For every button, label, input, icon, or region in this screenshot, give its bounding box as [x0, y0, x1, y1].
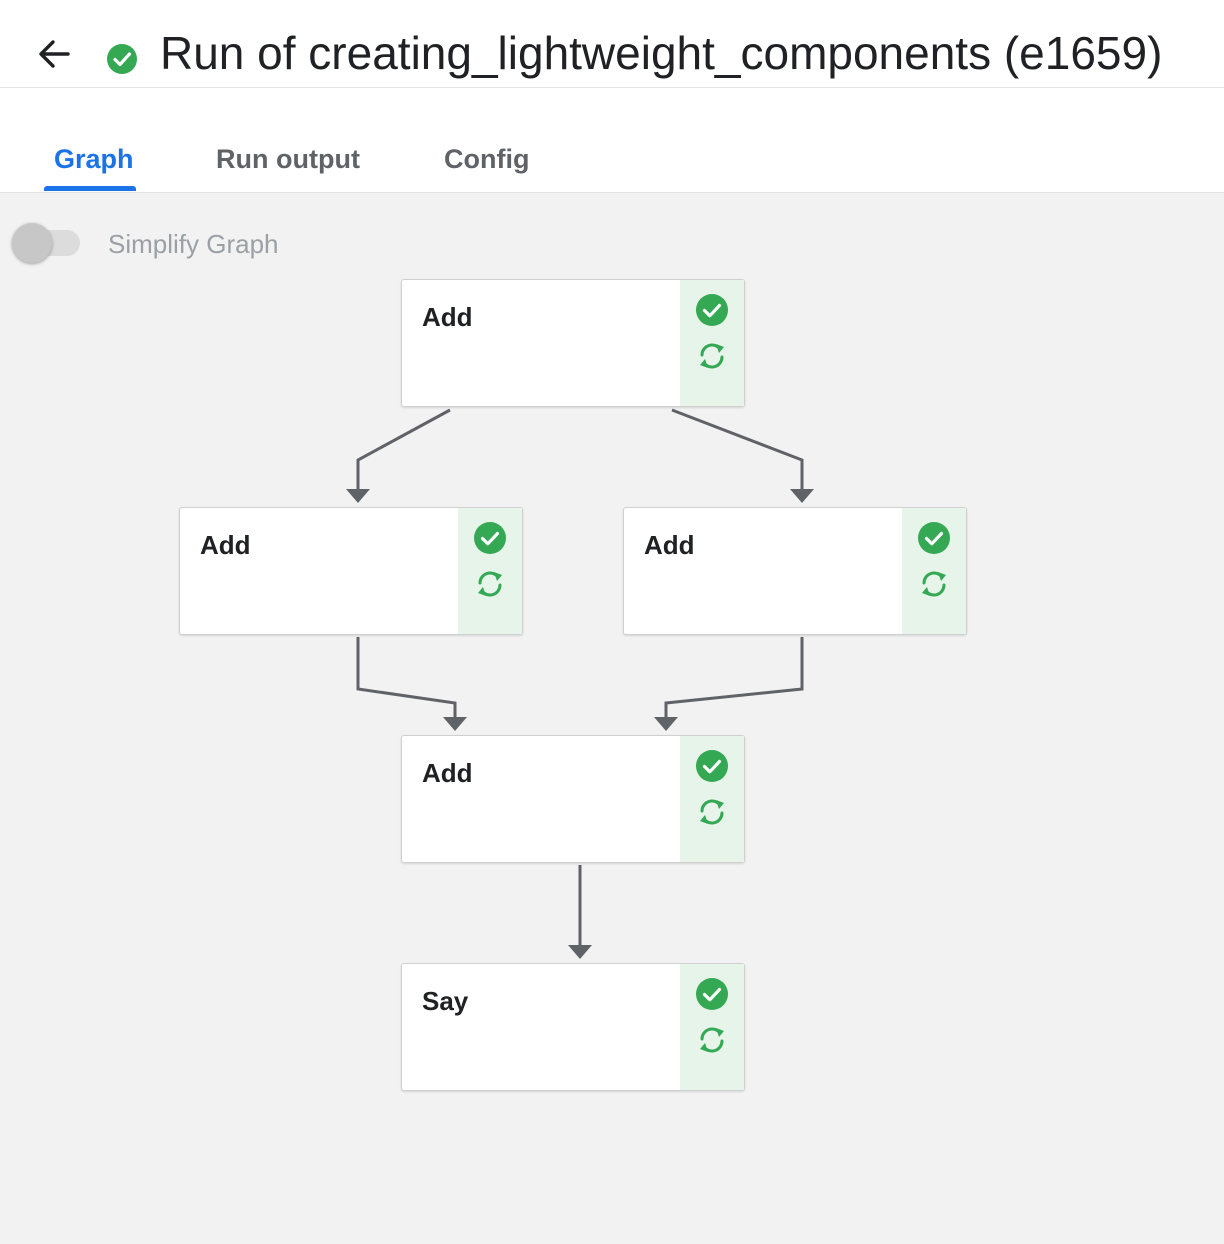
cached-icon [700, 1027, 724, 1053]
node-status-panel [680, 736, 744, 862]
node-status-panel [680, 964, 744, 1090]
check-circle-icon [696, 294, 728, 326]
graph-node-add-4[interactable]: Add [401, 735, 745, 863]
check-circle-icon [107, 44, 137, 74]
arrow-left-icon [39, 40, 70, 68]
check-circle-icon [918, 522, 950, 554]
node-label: Add [422, 758, 473, 788]
edge-add-2-to-add-4 [356, 637, 457, 719]
check-circle-icon [474, 522, 506, 554]
cached-icon [478, 571, 502, 597]
back-button[interactable] [26, 26, 82, 82]
run-header: Run of creating_lightweight_components (… [0, 0, 1224, 88]
page-title: Run of creating_lightweight_components (… [160, 27, 1163, 79]
cached-icon [700, 343, 724, 369]
arrowhead [568, 945, 592, 959]
tab-run-output[interactable]: Run output [216, 144, 360, 175]
node-label: Say [422, 986, 469, 1016]
cached-icon [922, 571, 946, 597]
graph-node-add-3[interactable]: Add [623, 507, 967, 635]
graph-canvas[interactable]: Simplify Graph Add Add Add Add Say [0, 193, 1224, 1244]
check-circle-icon [696, 750, 728, 782]
tab-bar: Graph Run output Config [0, 88, 1224, 193]
arrowhead [346, 489, 370, 503]
graph-node-say[interactable]: Say [401, 963, 745, 1091]
graph-node-add-2[interactable]: Add [179, 507, 523, 635]
edge-add-1-to-add-3 [671, 408, 804, 491]
node-label: Add [644, 530, 695, 560]
node-status-panel [902, 508, 966, 634]
tab-config[interactable]: Config [444, 144, 529, 175]
edge-add-1-to-add-2 [356, 408, 451, 491]
arrowhead [443, 717, 467, 731]
graph-node-add-1[interactable]: Add [401, 279, 745, 407]
check-circle-icon [696, 978, 728, 1010]
node-label: Add [422, 302, 473, 332]
cached-icon [700, 799, 724, 825]
node-label: Add [200, 530, 251, 560]
active-tab-indicator [44, 186, 136, 191]
tab-graph[interactable]: Graph [54, 144, 134, 175]
arrowhead [790, 489, 814, 503]
edge-add-3-to-add-4 [664, 637, 804, 719]
node-status-panel [680, 280, 744, 406]
arrowhead [654, 717, 678, 731]
node-status-panel [458, 508, 522, 634]
